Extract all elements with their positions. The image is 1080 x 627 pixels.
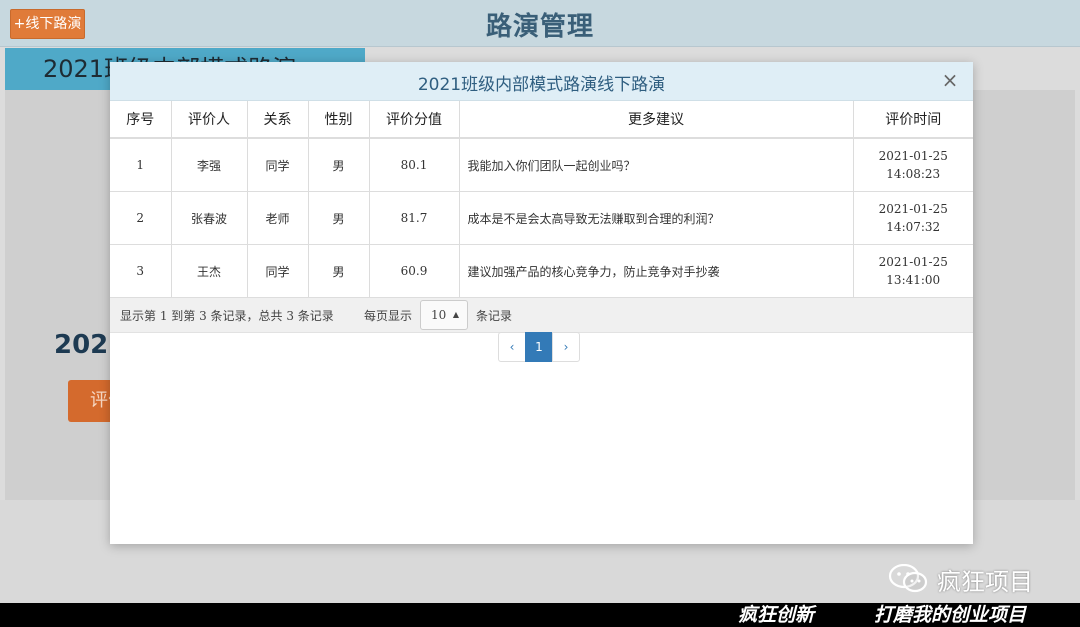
cell-suggestion: 建议加强产品的核心竞争力，防止竞争对手抄袭 xyxy=(459,244,854,298)
page-header: +线下路演 路演管理 xyxy=(0,0,1080,47)
cell-time: 2021-01-25 14:08:23 xyxy=(853,138,973,192)
per-page-suffix: 条记录 xyxy=(476,309,513,323)
table-header-row: 序号 评价人 关系 性别 评价分值 更多建议 评价时间 xyxy=(110,101,973,139)
cell-evaluator: 李强 xyxy=(171,138,248,192)
column-header-relation[interactable]: 关系 xyxy=(247,101,309,139)
column-header-gender[interactable]: 性别 xyxy=(308,101,370,139)
per-page-label: 每页显示 xyxy=(364,309,413,323)
cell-suggestion: 我能加入你们团队一起创业吗？ xyxy=(459,138,854,192)
table-footer: 显示第 1 到第 3 条记录，总共 3 条记录 每页显示 10 ▲ 条记录 xyxy=(110,298,973,333)
column-header-time[interactable]: 评价时间 xyxy=(853,101,973,139)
column-header-no[interactable]: 序号 xyxy=(110,101,172,139)
banner-slogan-left: 疯狂创新 xyxy=(738,604,815,626)
banner-slogan-right: 打磨我的创业项目 xyxy=(874,604,1027,626)
cell-evaluator: 张春波 xyxy=(171,191,248,245)
modal-title: 2021班级内部模式路演线下路演 xyxy=(417,75,666,95)
cell-gender: 男 xyxy=(308,191,370,245)
cell-no: 2 xyxy=(110,191,172,245)
cell-date-text: 2021-01-25 xyxy=(878,255,948,269)
cell-date-text: 2021-01-25 xyxy=(878,202,948,216)
evaluation-table: 序号 评价人 关系 性别 评价分值 更多建议 评价时间 1 李强 同学 男 80… xyxy=(110,101,973,298)
page-number-button[interactable]: 1 xyxy=(525,332,553,362)
caret-up-icon: ▲ xyxy=(452,310,459,319)
page-title: 路演管理 xyxy=(485,12,594,42)
cell-time: 2021-01-25 14:07:32 xyxy=(853,191,973,245)
cell-evaluator: 王杰 xyxy=(171,244,248,298)
record-count-text: 显示第 1 到第 3 条记录，总共 3 条记录 xyxy=(120,309,334,323)
evaluation-modal: 2021班级内部模式路演线下路演 × 序号 评价人 关系 性别 评价分值 更多建… xyxy=(110,62,973,544)
cell-time: 2021-01-25 13:41:00 xyxy=(853,244,973,298)
watermark: 疯狂项目 xyxy=(887,562,1033,596)
next-page-button[interactable]: › xyxy=(552,332,580,362)
bottom-banner: 疯狂创新 打磨我的创业项目 xyxy=(0,603,1080,627)
cell-gender: 男 xyxy=(308,244,370,298)
wechat-icon xyxy=(888,564,928,593)
table-row: 3 王杰 同学 男 60.9 建议加强产品的核心竞争力，防止竞争对手抄袭 202… xyxy=(110,244,973,298)
table-row: 2 张春波 老师 男 81.7 成本是不是会太高导致无法赚取到合理的利润？ 20… xyxy=(110,191,973,245)
modal-header: 2021班级内部模式路演线下路演 × xyxy=(110,62,973,101)
table-row: 1 李强 同学 男 80.1 我能加入你们团队一起创业吗？ 2021-01-25… xyxy=(110,138,973,192)
cell-no: 1 xyxy=(110,138,172,192)
column-header-score[interactable]: 评价分值 xyxy=(369,101,460,139)
column-header-evaluator[interactable]: 评价人 xyxy=(171,101,248,139)
cell-gender: 男 xyxy=(308,138,370,192)
cell-time-text: 13:41:00 xyxy=(886,273,941,287)
cell-relation: 老师 xyxy=(247,191,309,245)
page-size-value: 10 xyxy=(431,308,447,322)
page-size-select[interactable]: 10 ▲ xyxy=(420,300,468,330)
cell-relation: 同学 xyxy=(247,138,309,192)
column-header-suggestion[interactable]: 更多建议 xyxy=(459,101,854,139)
close-icon[interactable]: × xyxy=(939,68,961,92)
cell-relation: 同学 xyxy=(247,244,309,298)
cell-no: 3 xyxy=(110,244,172,298)
cell-score: 80.1 xyxy=(369,138,460,192)
cell-score: 60.9 xyxy=(369,244,460,298)
cell-time-text: 14:07:32 xyxy=(886,220,941,234)
prev-page-button[interactable]: ‹ xyxy=(498,332,526,362)
cell-date-text: 2021-01-25 xyxy=(878,149,948,163)
pagination: ‹ 1 › xyxy=(498,332,580,362)
cell-score: 81.7 xyxy=(369,191,460,245)
cell-time-text: 14:08:23 xyxy=(886,167,941,181)
cell-suggestion: 成本是不是会太高导致无法赚取到合理的利润？ xyxy=(459,191,854,245)
watermark-text: 疯狂项目 xyxy=(937,567,1033,596)
